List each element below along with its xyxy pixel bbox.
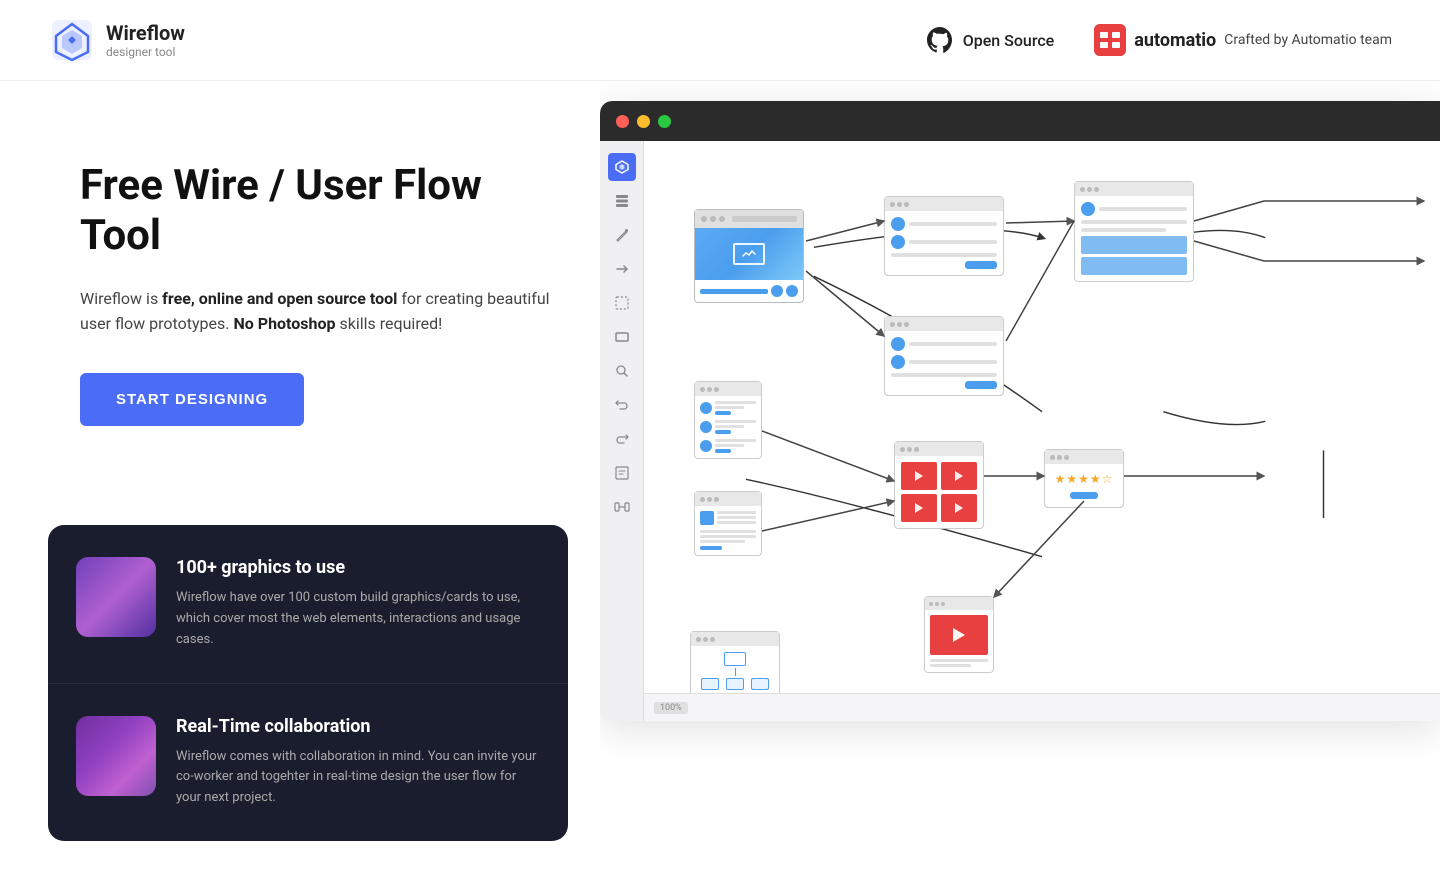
select-icon (614, 295, 630, 311)
redo-icon (614, 431, 630, 447)
feature-title-graphics: 100+ graphics to use (176, 557, 540, 578)
logo-title: Wireflow (106, 21, 185, 45)
start-designing-button[interactable]: START DESIGNING (80, 373, 304, 426)
logo-subtitle: designer tool (106, 45, 185, 59)
window-dot-green[interactable] (658, 115, 671, 128)
wf-sitemap-node (690, 631, 780, 697)
open-source-button[interactable]: Open Source (925, 25, 1055, 55)
window-dot-red[interactable] (616, 115, 629, 128)
wf-big-browser-card (694, 209, 804, 303)
wireflow-logo-icon (48, 16, 96, 64)
wf-list-node (694, 381, 762, 459)
notes-icon (614, 465, 630, 481)
wf-video-grid (894, 441, 984, 529)
hero-desc: Wireflow is free, online and open source… (80, 286, 552, 337)
open-source-label: Open Source (963, 31, 1055, 50)
left-section: Free Wire / User Flow Tool Wireflow is f… (0, 81, 600, 841)
github-icon (925, 25, 955, 55)
feature-info-graphics: 100+ graphics to use Wireflow have over … (176, 557, 540, 650)
window-body: ★★★★☆ (600, 141, 1440, 721)
sidebar-icon-redo[interactable] (608, 425, 636, 453)
automatio-crafted: Crafted by Automatio team (1224, 32, 1392, 48)
feature-card-collab: Real-Time collaboration Wireflow comes w… (48, 684, 568, 841)
app-sidebar (600, 141, 644, 721)
sidebar-icon-logo[interactable] (608, 153, 636, 181)
automatio-logo-icon (1094, 24, 1126, 56)
undo-icon (614, 397, 630, 413)
feature-desc-graphics: Wireflow have over 100 custom build grap… (176, 588, 540, 650)
hero-bold-2: No Photoshop (233, 314, 335, 333)
hero-bold-1: free, online and open source tool (162, 289, 397, 308)
window-titlebar (600, 101, 1440, 141)
wf-far-right-top (1074, 181, 1194, 282)
logo-area[interactable]: Wireflow designer tool (48, 16, 185, 64)
sidebar-icon-pen[interactable] (608, 221, 636, 249)
window-bottom-bar: 100% (644, 693, 1440, 721)
wf-star-rating: ★★★★☆ (1044, 449, 1124, 508)
feature-thumb-collab (76, 716, 156, 796)
wf-article-node (694, 491, 762, 556)
sidebar-icon-zoom[interactable] (608, 357, 636, 385)
wf-single-video (924, 596, 994, 673)
header: Wireflow designer tool Open Source autom… (0, 0, 1440, 81)
feature-thumb-graphics (76, 557, 156, 637)
sidebar-icon-undo[interactable] (608, 391, 636, 419)
logo-sidebar-icon (614, 159, 630, 175)
sidebar-icon-notes[interactable] (608, 459, 636, 487)
window-dot-yellow[interactable] (637, 115, 650, 128)
sidebar-icon-rect[interactable] (608, 323, 636, 351)
feature-title-collab: Real-Time collaboration (176, 716, 540, 737)
features-dark-card: 100+ graphics to use Wireflow have over … (48, 525, 568, 841)
header-right: Open Source automatio Crafted by Automat… (925, 24, 1392, 56)
sidebar-icon-select[interactable] (608, 289, 636, 317)
zoom-badge: 100% (654, 702, 688, 714)
main-content: Free Wire / User Flow Tool Wireflow is f… (0, 81, 1440, 841)
sidebar-icon-arrow[interactable] (608, 255, 636, 283)
pen-icon (614, 227, 630, 243)
automatio-name: automatio (1134, 30, 1216, 51)
sidebar-icon-layers[interactable] (608, 187, 636, 215)
sidebar-icon-frame[interactable] (608, 493, 636, 521)
right-section: ★★★★☆ (600, 81, 1440, 841)
app-window: ★★★★☆ (600, 101, 1440, 721)
wf-user-node-2 (884, 316, 1004, 396)
hero-title: Free Wire / User Flow Tool (80, 161, 552, 262)
arrow-icon (614, 261, 630, 277)
feature-info-collab: Real-Time collaboration Wireflow comes w… (176, 716, 540, 809)
automatio-badge: automatio Crafted by Automatio team (1094, 24, 1392, 56)
feature-card-graphics: 100+ graphics to use Wireflow have over … (48, 525, 568, 683)
canvas-area[interactable]: ★★★★☆ (644, 141, 1440, 721)
layers-icon (614, 193, 630, 209)
rect-icon (614, 329, 630, 345)
frame-icon (614, 499, 630, 515)
feature-desc-collab: Wireflow comes with collaboration in min… (176, 747, 540, 809)
wf-user-node-1 (884, 196, 1004, 276)
logo-text: Wireflow designer tool (106, 21, 185, 59)
zoom-icon (614, 363, 630, 379)
